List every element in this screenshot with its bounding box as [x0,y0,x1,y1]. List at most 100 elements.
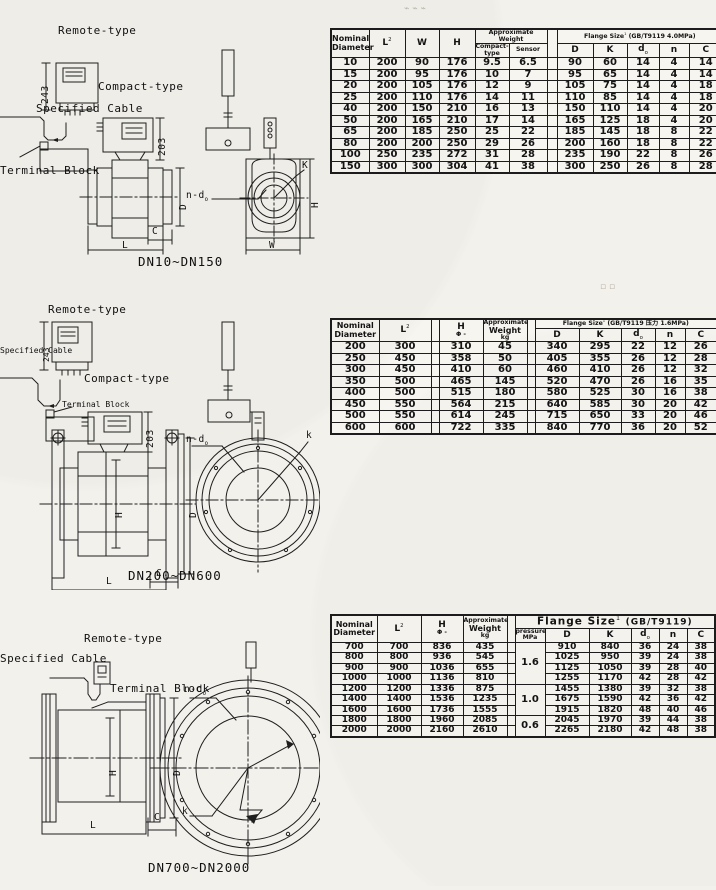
cell-H: 1536 [420,694,464,706]
cell-K: 60 [592,57,628,70]
th2-n: n [654,328,686,343]
spacer-cell [526,364,536,377]
dim-D-3: D [172,769,183,776]
cell-dn: 500 [330,410,380,423]
label-compact-type-1: Compact-type [98,80,184,93]
cell-n: 20 [654,410,686,423]
cell-D: 520 [534,375,580,389]
dim-n-d-2-text: n-d [186,434,205,445]
cell-D: 910 [544,641,590,654]
cell-C: 42 [684,398,716,412]
cell-wc: 25 [474,126,510,139]
dim-compact-height-2: 203 [145,429,156,448]
th3-do: do [630,627,660,643]
cell-H: 614 [438,410,484,423]
cell-K: 110 [592,103,628,116]
cell-dn: 450 [330,398,380,412]
th3-flange-text: Flange Size [536,615,616,628]
cell-H: 176 [438,57,476,70]
cell-L: 900 [376,662,422,675]
table-row: 10 200 90 176 9.5 6.5 90 60 14 4 14 [330,57,716,70]
cell-dn: 150 [330,160,370,174]
cell-C: 14 [688,68,716,81]
cell-L: 500 [378,375,432,389]
spacer-cell [546,91,558,104]
cell-n: 24 [658,652,688,664]
cell-W: 185 [404,126,440,139]
table-row: 400 500 515 180 580 525 30 16 38 [330,387,716,400]
cell-H: 515 [438,387,484,400]
dim-K-1: K [302,160,309,171]
th3-L-sup: 2 [400,622,404,629]
cell-D: 1675 [544,694,590,706]
spacer-column-2b [526,318,536,343]
spacer-cell [506,704,516,717]
spacer-cell [430,410,440,423]
dim-n-d-1-sub: o [204,196,209,203]
cell-H: 176 [438,80,476,93]
cell-D: 150 [556,103,594,116]
th-do: do [626,43,660,58]
cell-w: 1555 [462,704,508,717]
spacer-cell [430,341,440,354]
spacer-cell [546,160,558,174]
cell-K: 1590 [588,694,632,706]
cell-H: 564 [438,398,484,412]
spacer-cell [430,375,440,389]
cell-K: 355 [578,352,622,366]
cell-L: 300 [378,341,432,354]
cell-H: 1736 [420,704,464,717]
cell-K: 75 [592,80,628,93]
cell-dn: 40 [330,103,370,116]
cell-L: 1200 [376,683,422,696]
dim-D-1: D [178,203,189,210]
table-row: 600 600 722 335 840 770 36 20 52 [330,421,716,435]
cell-do: 18 [626,126,660,139]
cell-w: 875 [462,683,508,696]
cell-dn: 400 [330,387,380,400]
cell-C: 28 [684,352,716,366]
cell-W: 150 [404,103,440,116]
cell-W: 110 [404,91,440,104]
cell-dn: 65 [330,126,370,139]
th-weight-compact: Compact-type [474,43,510,58]
spacer-cell [506,714,516,727]
th-flange-text: Flange Size [583,32,625,40]
cell-do: 14 [626,80,660,93]
cell-W: 165 [404,114,440,127]
cell-H: 410 [438,364,484,377]
th3-pressure: pressure MPa [514,627,546,643]
th2-d-sub: o [639,334,643,341]
drawing-dn700-2000: Remote-type Specified Cable Terminal Blo… [0,620,337,886]
cell-do: 36 [620,421,656,435]
cell-dn: 300 [330,364,380,377]
cell-wc: 31 [474,149,510,162]
table1-header-row-1: Nominal Diameter L2 W H Approximate Weig… [330,28,716,58]
cell-L: 1600 [376,704,422,717]
caption-dn10-150: DN10~DN150 [138,254,224,269]
th2-weight: Approximate Weight kg [482,318,528,343]
cell-H: 836 [420,641,464,654]
cell-C: 22 [688,126,716,139]
cell-D: 95 [556,68,594,81]
label-terminal-block-2: Terminal Block [62,400,130,409]
label-specified-cable-3: Specified Cable [0,652,107,665]
spacer-column-2a [430,318,440,343]
cell-ws: 38 [508,160,548,174]
table-row: 40 200 150 210 16 13 150 110 14 4 20 [330,103,716,116]
cell-C: 38 [684,387,716,400]
th-d-sub: o [644,49,648,56]
dim-n-d-2-sub: o [204,440,209,447]
cell-D: 90 [556,57,594,70]
cell-K: 1170 [588,673,632,685]
label-terminal-block-1: Terminal Block [0,164,100,177]
cell-W: 90 [404,57,440,70]
cell-wc: 17 [474,114,510,127]
cell-ws: 22 [508,126,548,139]
cell-L: 200 [368,137,406,150]
cell-do: 14 [626,103,660,116]
cell-ws: 11 [508,91,548,104]
cell-C: 26 [684,341,716,354]
cell-weight: 50 [482,352,528,366]
dim-L-3: L [90,820,97,831]
